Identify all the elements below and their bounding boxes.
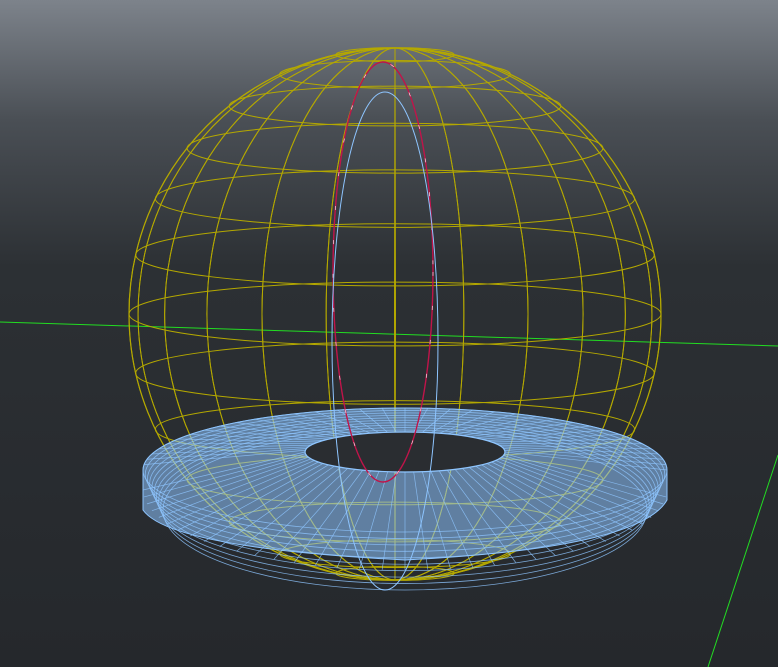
torus-hole	[304, 431, 506, 473]
scene-canvas[interactable]	[0, 0, 778, 667]
z-axis-line	[707, 454, 778, 667]
wireframe-torus[interactable]	[142, 407, 668, 591]
3d-viewport[interactable]	[0, 0, 778, 667]
